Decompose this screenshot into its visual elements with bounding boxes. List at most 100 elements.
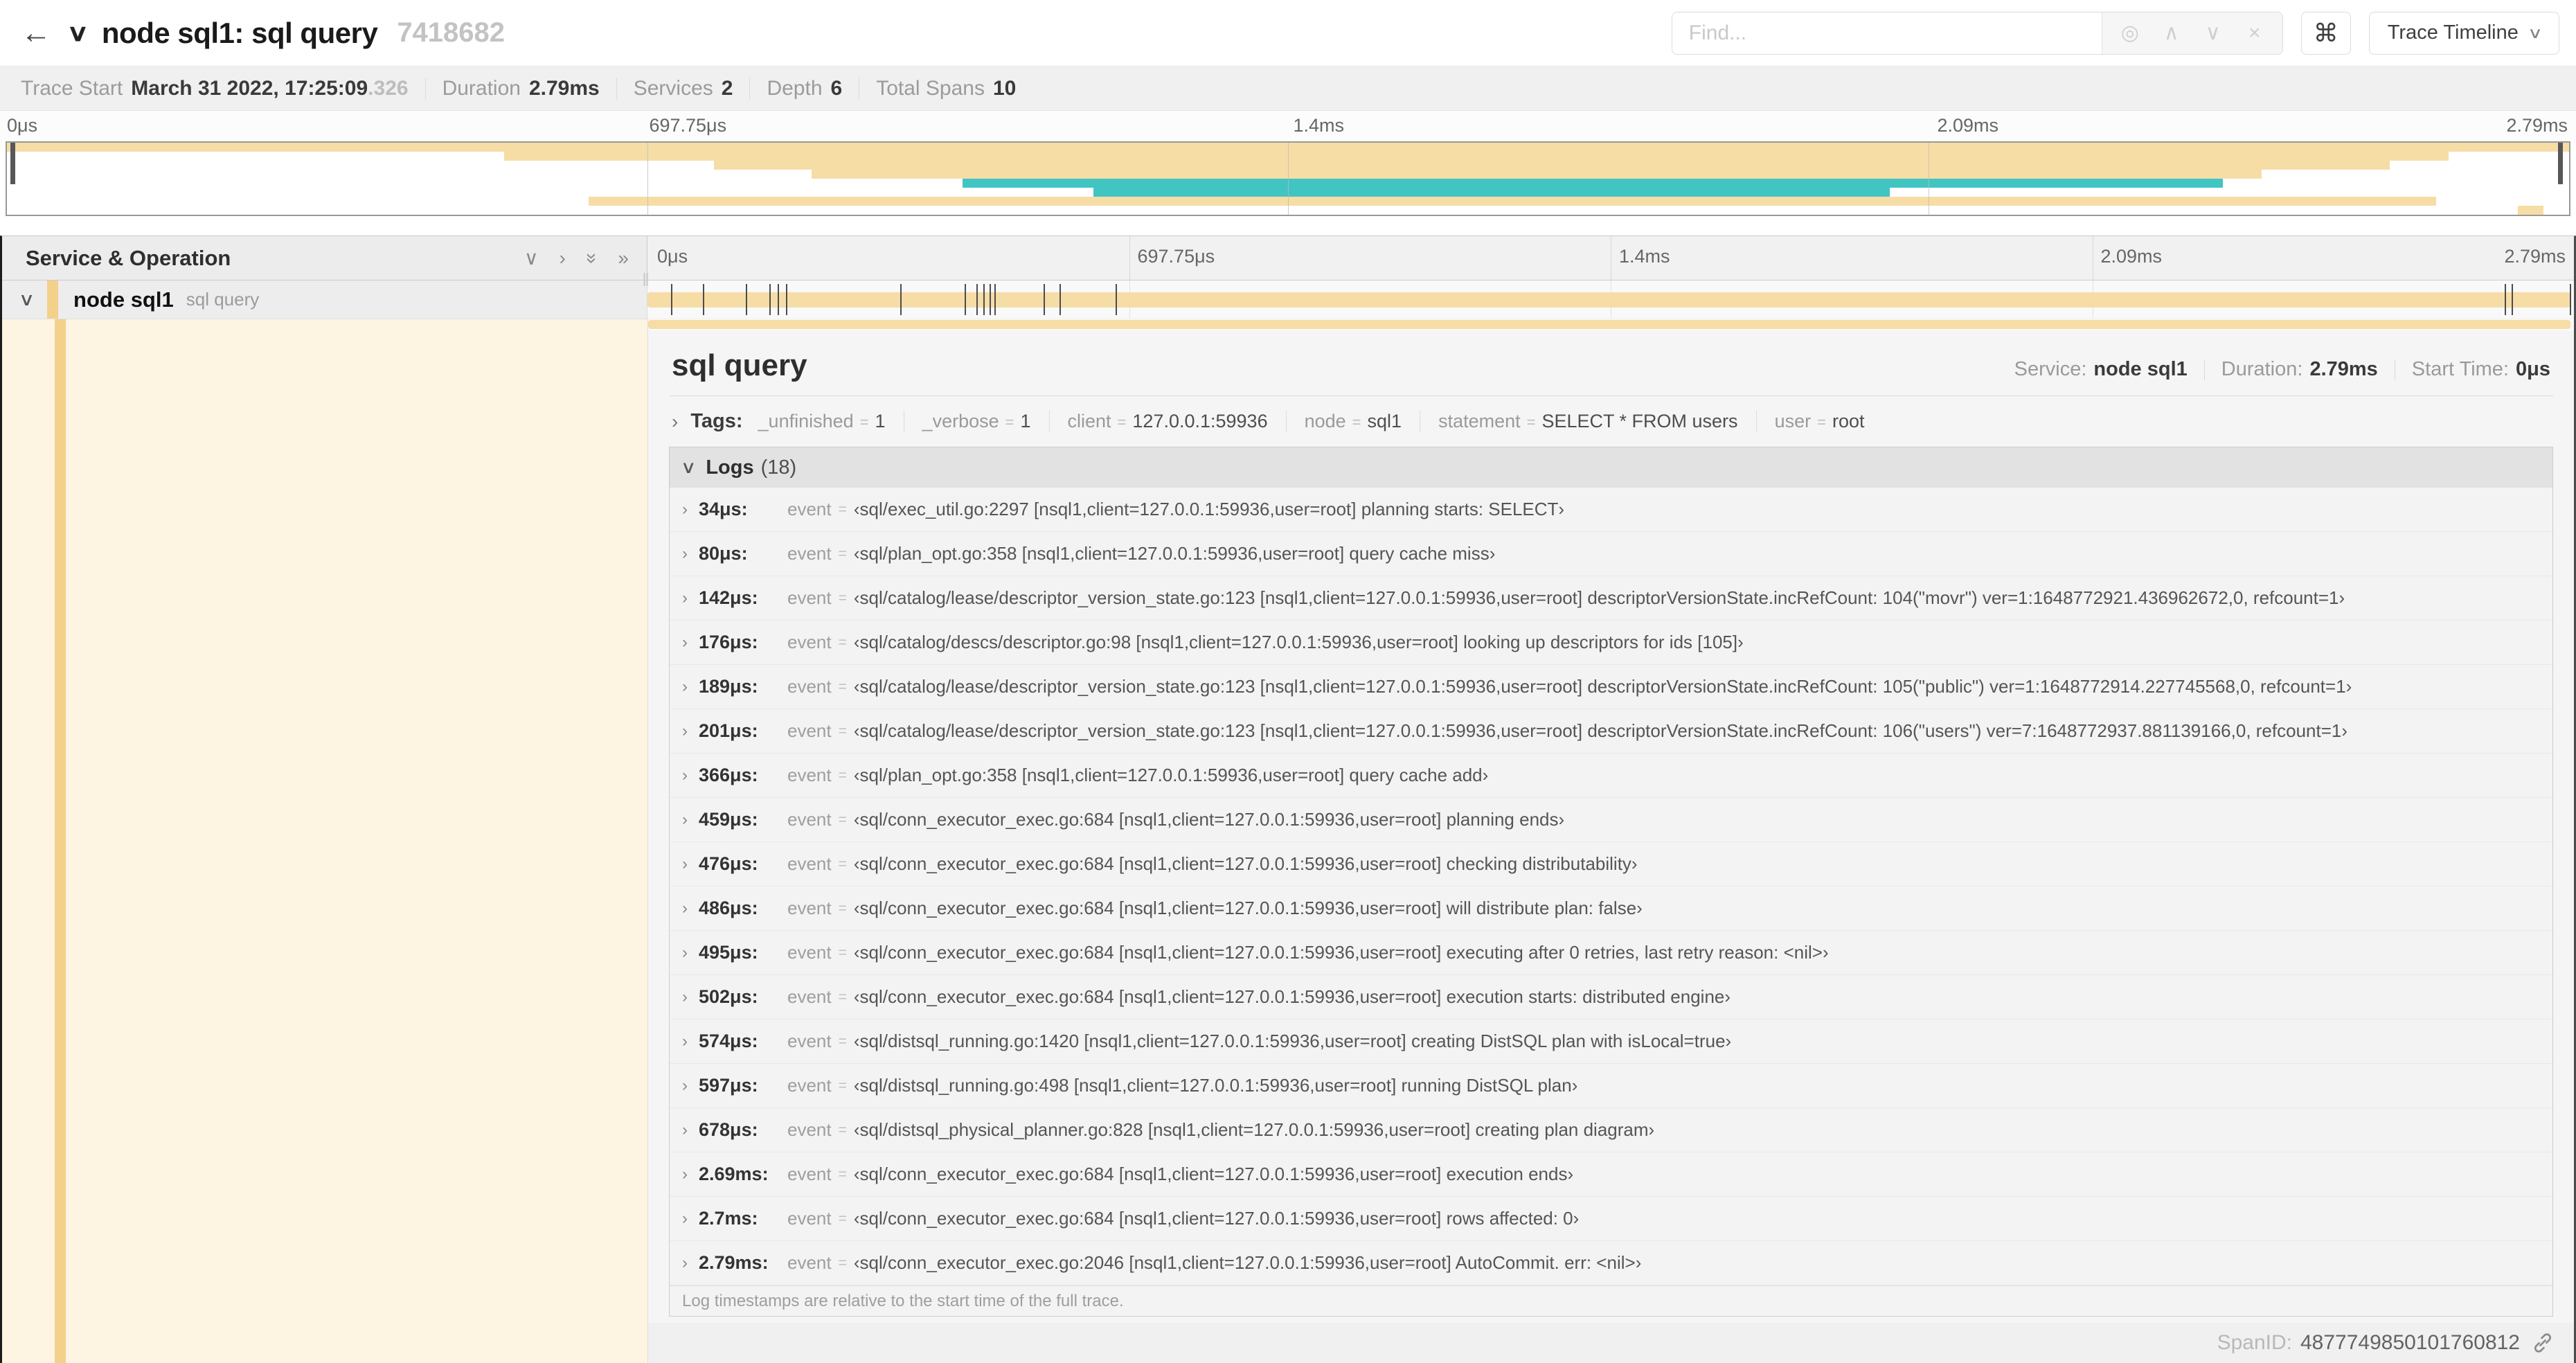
chevron-right-icon: › [682,677,688,696]
log-row[interactable]: › 495μs: event = ‹sql/conn_executor_exec.go:… [670,931,2552,975]
span-track[interactable] [647,280,2574,319]
expand-all-icon[interactable]: » [618,247,629,269]
log-row[interactable]: › 597μs: event = ‹sql/distsql_running.go:498… [670,1064,2552,1108]
minimap-right-scrubber-handle[interactable] [2558,143,2563,184]
header-actions: ◎ ∧ ∨ × ⌘ Trace Timeline ∨ [1671,11,2559,55]
log-row[interactable]: › 2.69ms: event = ‹sql/conn_executor_exec.go… [670,1152,2552,1197]
equals-sign: = [838,634,847,650]
log-row[interactable]: › 201μs: event = ‹sql/catalog/lease/descript… [670,709,2552,754]
keyboard-shortcuts-button[interactable]: ⌘ [2300,11,2351,55]
minimap-span-bar [2518,206,2543,215]
chevron-right-icon: › [682,544,688,563]
expand-one-icon[interactable]: › [560,247,566,269]
log-marker [745,284,747,315]
minimap-left-scrubber-handle[interactable] [10,143,15,184]
copy-link-icon[interactable] [2531,1331,2555,1355]
log-field: event [787,1164,832,1184]
detail-header[interactable]: sql query Service: node sql1 Duration: 2… [669,335,2553,396]
log-value: ‹sql/conn_executor_exec.go:684 [nsql1,cl… [853,853,1638,874]
log-marker [2512,284,2514,315]
locate-icon[interactable]: ◎ [2112,21,2148,45]
equals-sign: = [838,811,847,828]
logs-accordion: ∨ Logs (18) › 34μs: event = ‹sql/exec_util.g… [669,447,2553,1317]
log-timestamp: 597μs: [699,1075,758,1096]
depth-label: Depth [767,76,823,100]
equals-sign: = [838,767,847,783]
log-field: event [787,1075,832,1096]
collapse-all-icon[interactable]: » [581,253,603,264]
log-value: ‹sql/conn_executor_exec.go:684 [nsql1,cl… [853,809,1565,830]
duration-label: Duration [442,76,521,100]
minimap-canvas[interactable] [6,141,2570,216]
log-field: event [787,986,832,1007]
clear-search-icon[interactable]: × [2237,21,2273,45]
trace-title: node sql1: sql query [101,16,378,49]
tags-accordion[interactable]: › Tags: _unfinished = 1 _verbose = 1 client = 12… [669,396,2553,443]
tag-chip: client = 127.0.0.1:59936 [1048,411,1286,432]
chevron-down-icon[interactable]: ∨ [19,289,35,310]
tag-chip: node = sql1 [1285,411,1420,432]
equals-sign: = [1817,413,1826,431]
tag-value: root [1832,411,1865,431]
log-marker [976,284,978,315]
next-result-icon[interactable]: ∨ [2195,21,2231,45]
log-value: ‹sql/conn_executor_exec.go:684 [nsql1,cl… [853,986,1731,1007]
log-row[interactable]: › 678μs: event = ‹sql/distsql_physical_plann… [670,1108,2552,1152]
detail-span-bar [648,320,2570,329]
log-row[interactable]: › 2.7ms: event = ‹sql/conn_executor_exec.go:… [670,1197,2552,1241]
log-row[interactable]: › 486μs: event = ‹sql/conn_executor_exec.go:… [670,887,2552,931]
log-row[interactable]: › 189μs: event = ‹sql/catalog/lease/descript… [670,665,2552,709]
find-buttons: ◎ ∧ ∨ × [2101,12,2282,54]
tag-value: SELECT * FROM users [1541,411,1738,431]
log-marker [778,284,780,315]
logs-list: › 34μs: event = ‹sql/exec_util.go:2297 [nsql… [670,488,2552,1285]
back-button[interactable]: ← [21,16,69,51]
log-timestamp: 678μs: [699,1119,758,1140]
find-input[interactable] [1672,12,2102,54]
log-marker [670,284,672,315]
minimap-span-bar [588,197,2436,206]
log-row[interactable]: › 476μs: event = ‹sql/conn_executor_exec.go:… [670,842,2552,887]
collapse-one-icon[interactable]: ∨ [524,247,539,269]
log-value: ‹sql/exec_util.go:2297 [nsql1,client=127… [853,499,1565,519]
log-timestamp: 476μs: [699,853,758,874]
log-row[interactable]: › 34μs: event = ‹sql/exec_util.go:2297 [nsql… [670,488,2552,532]
minimap-gridline [1288,143,1289,215]
equals-sign: = [838,722,847,739]
duration-value: 2.79ms [528,76,600,100]
log-field: event [787,720,832,741]
log-row[interactable]: › 80μs: event = ‹sql/plan_opt.go:358 [nsql1,… [670,532,2552,576]
logs-header[interactable]: ∨ Logs (18) [670,447,2552,488]
chevron-right-icon: › [682,810,688,829]
tag-chip: statement = SELECT * FROM users [1420,411,1756,432]
log-timestamp: 486μs: [699,898,758,918]
log-value: ‹sql/catalog/lease/descriptor_version_st… [853,676,2352,697]
trace-title-toggle[interactable]: ∨ node sql1: sql query 7418682 [66,16,505,50]
log-row[interactable]: › 459μs: event = ‹sql/conn_executor_exec.go:… [670,798,2552,842]
tag-chip: user = root [1755,411,1883,432]
find-group: ◎ ∧ ∨ × [1671,11,2283,55]
view-select-dropdown[interactable]: Trace Timeline ∨ [2368,11,2559,55]
chevron-right-icon: › [682,632,688,652]
log-field: event [787,499,832,519]
span-name-cell[interactable]: ∨ node sql1 sql query [2,280,647,319]
log-row[interactable]: › 176μs: event = ‹sql/catalog/descs/descript… [670,621,2552,665]
chevron-right-icon: › [682,1076,688,1095]
ruler-gridline [1129,236,1130,280]
trace-start-label: Trace Start [21,76,123,100]
chevron-right-icon: › [682,499,688,519]
log-row[interactable]: › 366μs: event = ‹sql/plan_opt.go:358 [nsql1… [670,754,2552,798]
equals-sign: = [838,855,847,872]
column-resize-handle[interactable]: ‖ [642,269,651,291]
log-row[interactable]: › 142μs: event = ‹sql/catalog/lease/descript… [670,576,2552,621]
log-row[interactable]: › 502μs: event = ‹sql/conn_executor_exec.go:… [670,975,2552,1019]
prev-result-icon[interactable]: ∧ [2154,21,2190,45]
log-value: ‹sql/catalog/lease/descriptor_version_st… [853,720,2348,741]
equals-sign: = [1526,413,1536,431]
log-row[interactable]: › 2.79ms: event = ‹sql/conn_executor_exec.go… [670,1241,2552,1285]
log-timestamp: 2.69ms: [699,1164,769,1184]
minimap-span-bar [963,179,2224,188]
log-timestamp: 366μs: [699,765,758,785]
equals-sign: = [838,944,847,961]
log-row[interactable]: › 574μs: event = ‹sql/distsql_running.go:142… [670,1019,2552,1064]
